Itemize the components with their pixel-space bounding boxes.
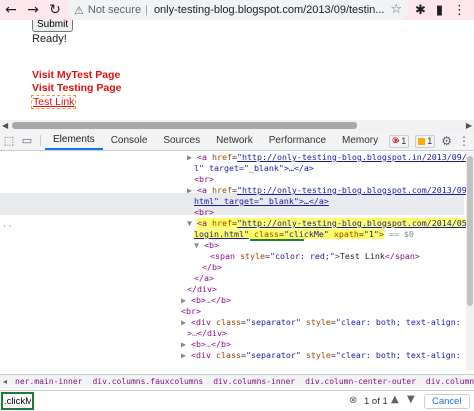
address-separator: | [145, 4, 148, 16]
br-tag: <br> [194, 207, 214, 217]
a3-xpath-value: "1" [363, 229, 379, 239]
dom-node-br[interactable]: <br> [194, 174, 214, 185]
span-style-value: "color: red;" [269, 251, 335, 261]
warning-icon[interactable]: ⚠ [74, 4, 84, 17]
dom-node-br3[interactable]: <br> [181, 306, 201, 317]
breadcrumb-item[interactable]: ner.main-inner [10, 375, 87, 388]
a2-href[interactable]: "http://only-testing-blog.blogspot.com/2… [237, 185, 474, 195]
breadcrumb-scroll-left-icon[interactable]: ◂ [0, 375, 10, 388]
match-count: 1 of 1 [364, 396, 388, 407]
span-text: Test Link [339, 251, 385, 261]
tab-performance[interactable]: Performance [261, 131, 334, 150]
dom-node-a1[interactable]: ▶ <a href="http://only-testing-blog.blog… [187, 152, 474, 163]
address-bar[interactable]: ⚠ Not secure | only-testing-blog.blogspo… [68, 0, 408, 20]
extensions-icon[interactable]: ✱ [415, 3, 426, 18]
dom-node-b2[interactable]: ▶ <b>…</b> [181, 339, 231, 350]
dom-node-a2-cont: html" target="_blank">…</a> [194, 196, 329, 207]
scroll-right-icon[interactable]: ▶ [466, 120, 472, 131]
devtools-right-controls: ⊗ 1 1 ⚙ ⋮ [388, 131, 474, 151]
console-ref: == $0 [388, 229, 414, 239]
a3-class-value: "clickMe" [283, 229, 329, 239]
forward-arrow-icon[interactable]: → [22, 0, 44, 20]
inspect-element-icon[interactable]: ⬚ [0, 131, 18, 150]
expand-arrow-icon[interactable]: ▶ [187, 152, 192, 162]
dom-node-a3-selected[interactable]: ▼ <a href="http://only-testing-blog.blog… [187, 218, 472, 229]
dom-node-a2[interactable]: ▶ <a href="http://only-testing-blog.blog… [187, 185, 474, 196]
page-horizontal-scrollbar[interactable]: ◀ ▶ [0, 120, 474, 131]
back-arrow-icon[interactable]: ← [0, 0, 22, 20]
page-content: Submit Ready! Visit MyTest Page Visit Te… [0, 20, 474, 120]
collapse-arrow-icon[interactable]: ▼ [187, 218, 192, 228]
browser-right-icons: ✱ ▮ ⋮ [415, 0, 474, 20]
tab-console[interactable]: Console [103, 131, 156, 150]
submit-button[interactable]: Submit [32, 20, 74, 32]
dom-node-b[interactable]: ▼ <b> [194, 240, 219, 251]
warning-badge[interactable]: 1 [415, 134, 436, 148]
breadcrumb: ◂ ner.main-inner div.columns.fauxcolumns… [0, 374, 474, 388]
search-match-underline [250, 239, 304, 241]
scrollbar-thumb[interactable] [12, 122, 357, 129]
previous-match-icon[interactable]: ▲ [391, 394, 399, 405]
device-toolbar-icon[interactable]: ▭ [18, 131, 36, 150]
side-panel-icon[interactable]: ▮ [436, 3, 443, 18]
dom-node-b-close: </b> [202, 262, 222, 272]
warning-square-icon [418, 137, 426, 145]
cancel-button[interactable]: Cancel [424, 394, 470, 409]
breadcrumb-item[interactable]: div.column-center-inner [421, 375, 474, 388]
a3-href[interactable]: "http://only-testing-blog.blogspot.com/2… [237, 218, 472, 228]
dom-node-div-close: </div> [187, 284, 217, 294]
a3-continuation: login.html" [194, 229, 249, 239]
node-side-dots[interactable]: ·· [2, 222, 13, 233]
clear-search-icon[interactable]: ⊗ [349, 395, 357, 406]
next-match-icon[interactable]: ▼ [407, 394, 415, 405]
dom-tree-scrollbar-thumb[interactable] [467, 156, 473, 306]
tab-memory[interactable]: Memory [334, 131, 386, 150]
breadcrumb-item[interactable]: div.columns.fauxcolumns [87, 375, 208, 388]
tab-elements[interactable]: Elements [45, 131, 103, 150]
test-link[interactable]: Test Link [31, 95, 77, 109]
reload-icon[interactable]: ↻ [44, 0, 66, 20]
security-label[interactable]: Not secure [88, 4, 141, 16]
devtools-tab-bar: ⬚ ▭ Elements Console Sources Network Per… [0, 131, 474, 151]
dom-node-br[interactable]: <br> [194, 207, 214, 218]
breadcrumb-item[interactable]: div.column-center-outer [300, 375, 421, 388]
browser-toolbar: ← → ↻ ⚠ Not secure | only-testing-blog.b… [0, 0, 474, 20]
tab-sources[interactable]: Sources [155, 131, 208, 150]
dom-node-a-close: </a> [194, 273, 214, 283]
warning-count: 1 [427, 136, 433, 146]
expand-arrow-icon[interactable]: ▶ [187, 185, 192, 195]
devtools-menu-icon[interactable]: ⋮ [458, 134, 470, 148]
a2-continuation: html" target="_blank">…</a> [194, 196, 329, 206]
dom-node-a1-cont: l" target="_blank">…</a> [194, 163, 314, 174]
br-tag: <br> [194, 174, 214, 184]
find-bar: ⊗ 1 of 1 ▲ ▼ Cancel [0, 390, 474, 411]
div-style-value: "clear: both; text-align: center; [335, 317, 474, 327]
dom-node-span[interactable]: <span style="color: red;">Test Link</spa… [210, 251, 420, 262]
dom-tree: ·· ▶ <a href="http://only-testing-blog.b… [0, 152, 474, 370]
ready-text: Ready! [32, 33, 67, 45]
dom-node-div2[interactable]: ▶ <div class="separator" style="clear: b… [181, 350, 474, 361]
settings-gear-icon[interactable]: ⚙ [441, 134, 452, 148]
visit-mytest-link[interactable]: Visit MyTest Page [32, 69, 120, 81]
breadcrumb-item[interactable]: div.columns-inner [208, 375, 300, 388]
url-text[interactable]: only-testing-blog.blogspot.com/2013/09/t… [154, 4, 385, 16]
dom-node-div-separator-cont: >…</div> [187, 328, 227, 338]
dom-node-div-separator[interactable]: ▶ <div class="separator" style="clear: b… [181, 317, 474, 328]
a1-continuation: l" target="_blank">…</a> [194, 163, 314, 173]
search-input[interactable] [1, 392, 34, 410]
toolbar-divider [40, 135, 41, 146]
dom-node-br2[interactable]: ▶ <b>…</b> [181, 295, 231, 306]
a1-href[interactable]: "http://only-testing-blog.blogspot.in/20… [237, 152, 474, 162]
error-badge[interactable]: ⊗ 1 [388, 134, 410, 148]
div-class-value: "separator" [245, 317, 301, 327]
tab-network[interactable]: Network [208, 131, 261, 150]
bookmark-star-icon[interactable]: ☆ [390, 2, 402, 17]
error-icon: ⊗ [391, 136, 400, 146]
dom-tree-scrollbar[interactable] [466, 152, 474, 370]
error-count: 1 [401, 136, 407, 146]
browser-menu-icon[interactable]: ⋮ [453, 3, 466, 18]
scroll-left-icon[interactable]: ◀ [2, 120, 8, 131]
visit-testing-link[interactable]: Visit Testing Page [32, 82, 121, 94]
